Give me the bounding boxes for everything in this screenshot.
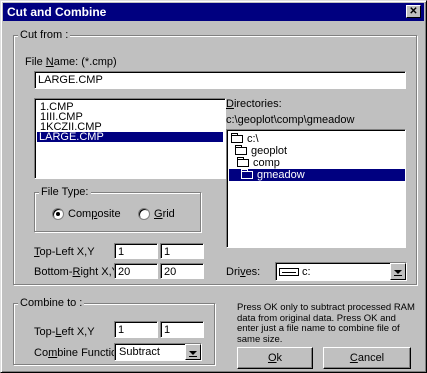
directory-item[interactable]: comp [237, 157, 280, 169]
bottom-right-y-input[interactable]: 20 [160, 263, 204, 279]
directory-item-selected[interactable]: gmeadow [229, 169, 405, 181]
current-directory-path: c:\geoplot\comp\gmeadow [226, 114, 355, 126]
grid-label[interactable]: Grid [154, 208, 175, 220]
window-title: Cut and Combine [7, 5, 107, 19]
composite-label[interactable]: Composite [68, 208, 121, 220]
bottom-right-x-input[interactable]: 20 [114, 263, 158, 279]
bottom-right-label: Bottom-Right X,Y [34, 266, 119, 278]
drives-select[interactable]: c: [275, 262, 407, 281]
directory-item[interactable]: geoplot [235, 145, 287, 157]
title-bar[interactable]: Cut and Combine ✕ [3, 3, 424, 21]
combine-to-legend: Combine to : [18, 297, 85, 309]
combine-function-value: Subtract [119, 346, 160, 358]
top-left-x-input[interactable]: 1 [114, 243, 158, 259]
open-folder-icon [241, 169, 253, 179]
cut-from-legend: Cut from : [18, 29, 71, 41]
composite-radio[interactable] [52, 208, 64, 220]
combine-function-label: Combine Function [34, 347, 124, 359]
directories-label: Directories: [226, 98, 282, 110]
file-name-label: File Name: (*.cmp) [25, 56, 117, 68]
cut-and-combine-dialog: Cut and Combine ✕ Cut from : File Name: … [0, 0, 427, 373]
grid-radio[interactable] [138, 208, 150, 220]
drives-label: Drives: [226, 266, 261, 278]
open-folder-icon [237, 157, 249, 167]
cancel-button[interactable]: Cancel [323, 347, 411, 369]
help-text: Press OK only to subtract processed RAM … [237, 302, 415, 345]
combine-top-left-y-input[interactable]: 1 [160, 321, 204, 338]
file-name-input[interactable]: LARGE.CMP [34, 71, 406, 89]
top-left-label: Top-Left X,Y [34, 246, 95, 258]
close-button[interactable]: ✕ [406, 5, 421, 18]
drives-dropdown-button[interactable] [390, 263, 406, 280]
combine-top-left-x-input[interactable]: 1 [114, 321, 158, 338]
file-type-legend: File Type: [39, 186, 91, 198]
combine-function-dropdown-button[interactable] [185, 344, 201, 360]
top-left-y-input[interactable]: 1 [160, 243, 204, 259]
drive-value: c: [302, 266, 311, 278]
file-list-item-selected[interactable]: LARGE.CMP [37, 132, 223, 143]
file-list[interactable]: 1.CMP 1III.CMP 1KCZII.CMP LARGE.CMP [34, 98, 226, 179]
directory-item[interactable]: c:\ [231, 133, 259, 145]
directory-tree[interactable]: c:\ geoplot comp gmeadow [226, 129, 406, 248]
open-folder-icon [231, 133, 243, 143]
drive-icon [279, 268, 299, 276]
open-folder-icon [235, 145, 247, 155]
combine-top-left-label: Top-Left X,Y [34, 326, 95, 338]
combine-function-select[interactable]: Subtract [114, 343, 202, 361]
ok-button[interactable]: Ok [237, 347, 313, 369]
